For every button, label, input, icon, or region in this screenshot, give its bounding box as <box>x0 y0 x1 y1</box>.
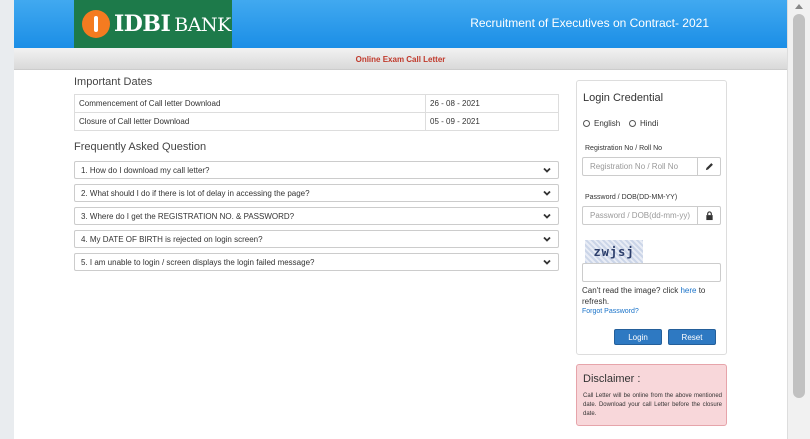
lock-icon <box>697 207 720 224</box>
faq-question: 2. What should I do if there is lot of d… <box>81 188 310 198</box>
password-input[interactable] <box>583 211 697 220</box>
date-value: 05 - 09 - 2021 <box>425 112 559 131</box>
captcha-text: zwjsj <box>593 244 635 259</box>
forgot-password-link[interactable]: Forgot Password? <box>582 308 639 315</box>
important-dates-title: Important Dates <box>74 76 153 88</box>
logo-text: IDBI BANK <box>114 11 231 37</box>
password-label: Password / DOB(DD-MM-YY) <box>585 194 678 201</box>
table-row: Closure of Call letter Download 05 - 09 … <box>74 112 559 131</box>
chevron-down-icon <box>543 190 551 196</box>
registration-input[interactable] <box>583 162 697 171</box>
date-value: 26 - 08 - 2021 <box>425 94 559 113</box>
faq-item-4[interactable]: 4. My DATE OF BIRTH is rejected on login… <box>74 230 559 248</box>
idbi-emblem-icon <box>82 10 110 38</box>
vertical-scrollbar[interactable] <box>787 0 810 439</box>
language-radio-hindi[interactable]: Hindi <box>629 119 658 128</box>
chevron-down-icon <box>543 213 551 219</box>
registration-field <box>582 157 721 176</box>
date-label: Closure of Call letter Download <box>74 112 426 131</box>
radio-circle[interactable] <box>583 120 590 127</box>
password-field <box>582 206 721 225</box>
date-label: Commencement of Call letter Download <box>74 94 426 113</box>
disclaimer-box: Disclaimer : Call Letter will be online … <box>576 364 727 426</box>
faq-item-3[interactable]: 3. Where do I get the REGISTRATION NO. &… <box>74 207 559 225</box>
faq-question: 4. My DATE OF BIRTH is rejected on login… <box>81 234 263 244</box>
faq-question: 1. How do I download my call letter? <box>81 165 210 175</box>
faq-item-1[interactable]: 1. How do I download my call letter? <box>74 161 559 179</box>
captcha-field <box>582 263 721 282</box>
sub-header-bar: Online Exam Call Letter <box>14 48 787 70</box>
table-row: Commencement of Call letter Download 26 … <box>74 94 559 113</box>
pencil-icon <box>697 158 720 175</box>
header-title: Recruitment of Executives on Contract- 2… <box>470 16 709 30</box>
disclaimer-title: Disclaimer : <box>583 373 641 385</box>
chevron-down-icon <box>543 167 551 173</box>
radio-label: English <box>594 119 621 128</box>
chevron-down-icon <box>543 259 551 265</box>
login-panel: Login Credential English Hindi Registrat… <box>576 80 727 355</box>
disclaimer-text: Call Letter will be online from the abov… <box>583 393 722 417</box>
faq-question: 3. Where do I get the REGISTRATION NO. &… <box>81 211 295 221</box>
important-dates-table: Commencement of Call letter Download 26 … <box>74 94 559 131</box>
reset-button[interactable]: Reset <box>668 329 716 345</box>
scroll-up-arrow-icon[interactable] <box>795 4 803 9</box>
registration-label: Registration No / Roll No <box>585 145 663 152</box>
idbi-logo: IDBI BANK <box>74 0 232 48</box>
faq-title: Frequently Asked Question <box>74 141 207 153</box>
login-title: Login Credential <box>583 92 664 104</box>
captcha-refresh-link[interactable]: here <box>680 286 696 295</box>
language-radio-english[interactable]: English <box>583 119 620 128</box>
faq-item-2[interactable]: 2. What should I do if there is lot of d… <box>74 184 559 202</box>
faq-item-5[interactable]: 5. I am unable to login / screen display… <box>74 253 559 271</box>
page-subtitle: Online Exam Call Letter <box>355 55 446 64</box>
radio-label: Hindi <box>640 119 659 128</box>
login-button[interactable]: Login <box>614 329 662 345</box>
radio-circle[interactable] <box>629 120 636 127</box>
captcha-image: zwjsj <box>585 240 643 263</box>
faq-question: 5. I am unable to login / screen display… <box>81 257 315 267</box>
scrollbar-thumb[interactable] <box>793 14 805 398</box>
captcha-input[interactable] <box>583 264 720 281</box>
header: IDBI BANK Recruitment of Executives on Co… <box>14 0 787 48</box>
captcha-refresh-text: Can't read the image? click here to refr… <box>582 286 706 306</box>
chevron-down-icon <box>543 236 551 242</box>
page: IDBI BANK Recruitment of Executives on Co… <box>14 0 787 439</box>
